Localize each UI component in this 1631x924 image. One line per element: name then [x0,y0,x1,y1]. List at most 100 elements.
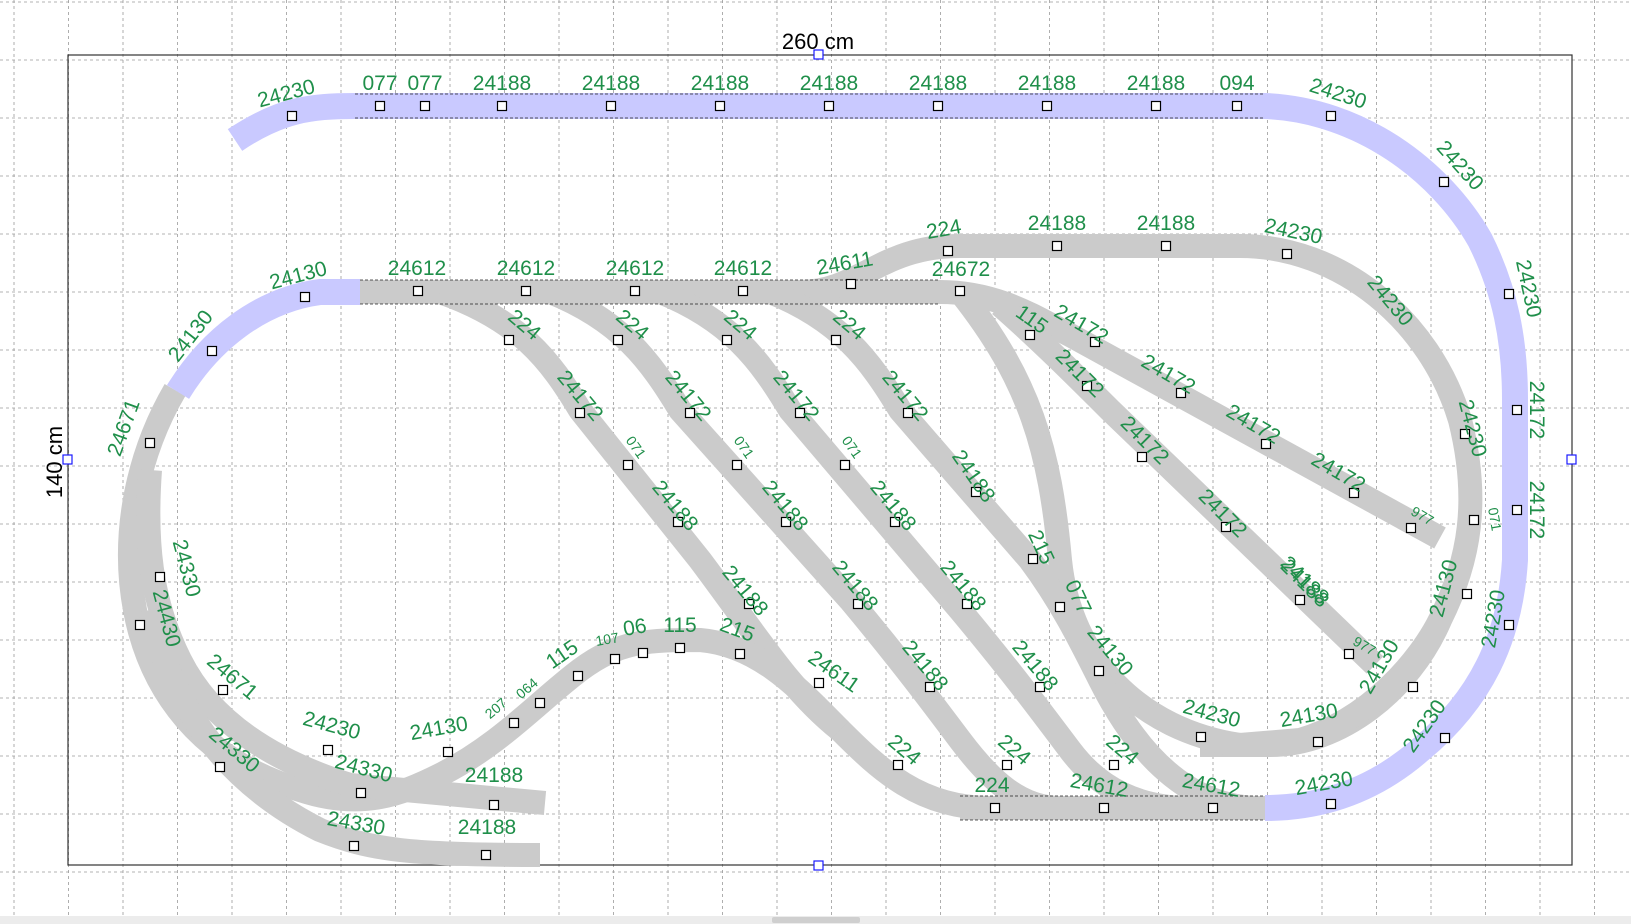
track-piece-marker [637,647,649,659]
track-piece-marker [1405,522,1417,534]
track-piece-marker [508,717,520,729]
track-piece-marker [612,334,624,346]
track-piece-marker [442,746,454,758]
track-piece-marker [1503,619,1515,631]
track-label-lower-curve: 06 [621,614,648,641]
track-label-upper-line: 24612 [388,257,446,280]
track-piece-marker [496,100,508,112]
track-label-upper-line: 24188 [1028,212,1086,235]
track-label-right-return: 071 [1485,506,1505,532]
track-piece-marker [488,799,500,811]
track-label-bottom-left: 24188 [458,816,516,839]
track-piece-marker [520,285,532,297]
track-piece-marker [932,100,944,112]
track-piece-marker [823,100,835,112]
track-piece-marker [714,100,726,112]
track-piece-marker [1098,802,1110,814]
track-label-left-side: 24330 [168,537,205,599]
track-label-bottom-left: 24130 [408,712,470,745]
track-piece-marker [1312,736,1324,748]
track-piece-marker [572,670,584,682]
track-piece-marker [1511,504,1523,516]
track-piece-marker [1468,514,1480,526]
track-piece-marker [1325,110,1337,122]
track-piece-marker [1407,681,1419,693]
track-piece-marker [134,619,146,631]
track-layout-canvas[interactable]: 24230 077 077 24188 24188 24188 24188 24188 2418… [0,0,1631,924]
track-piece-marker [954,285,966,297]
track-label-bottom-left: 24230 [300,707,362,744]
left-arc-track[interactable] [166,279,360,399]
resize-handle-left[interactable] [62,454,73,465]
track-piece-marker [942,245,954,257]
track-piece-marker [1231,100,1243,112]
track-piece-marker [1051,240,1063,252]
track-label-upper-line: 24188 [1137,212,1195,235]
track-label-top-row: 077 [407,72,442,95]
track-label-top-row: 24188 [1018,72,1076,95]
track-piece-marker [1041,100,1053,112]
track-piece-marker [1503,288,1515,300]
track-piece-marker [286,110,298,122]
track-piece-marker [480,849,492,861]
track-piece-marker [419,100,431,112]
track-piece-marker [322,744,334,756]
track-label-bottom-row: 224 [974,774,1009,797]
track-piece-marker [629,285,641,297]
track-piece-marker [674,642,686,654]
track-label-top-row: 24188 [582,72,640,95]
track-piece-marker [374,100,386,112]
track-piece-marker [412,285,424,297]
track-piece-marker [1150,100,1162,112]
resize-handle-bottom[interactable] [813,860,824,871]
track-piece-marker [214,761,226,773]
track-piece-marker [731,459,743,471]
track-label-top-row: 24188 [691,72,749,95]
track-piece-marker [144,437,156,449]
track-label-lower-curve: 115 [663,614,696,637]
track-label-upper-line: 24672 [932,258,990,281]
resize-handle-right[interactable] [1566,454,1577,465]
track-label-top-row: 094 [1219,72,1254,95]
track-piece-marker [1054,601,1066,613]
track-label-top-row: 24188 [800,72,858,95]
track-piece-marker [1438,176,1450,188]
track-piece-marker [721,334,733,346]
track-piece-marker [1281,248,1293,260]
track-piece-marker [1001,759,1013,771]
resize-handle-top[interactable] [813,49,824,60]
track-piece-marker [622,459,634,471]
horizontal-scrollbar[interactable] [0,916,1631,924]
track-piece-marker [154,571,166,583]
track-piece-marker [737,285,749,297]
diagonal-track-2[interactable] [545,280,1061,820]
track-piece-marker [348,840,360,852]
grey-track-layer[interactable] [118,234,1483,867]
track-label-top-row: 24188 [473,72,531,95]
track-piece-marker [839,459,851,471]
track-piece-marker [989,802,1001,814]
track-label-bottom-left: 24188 [465,764,523,787]
track-piece-marker [1207,802,1219,814]
track-label-right-outer: 24172 [1525,381,1548,439]
track-label-top-row: 24188 [909,72,967,95]
horizontal-scrollbar-thumb[interactable] [772,917,860,923]
track-piece-marker [206,345,218,357]
track-piece-marker [503,334,515,346]
track-piece-marker [1461,588,1473,600]
track-piece-marker [813,677,825,689]
track-piece-marker [734,648,746,660]
track-piece-marker [1093,665,1105,677]
track-piece-marker [299,291,311,303]
track-piece-marker [1511,404,1523,416]
track-piece-marker [1439,732,1451,744]
track-label-top-row: 077 [362,72,397,95]
track-label-right-outer: 24172 [1525,481,1548,539]
track-piece-marker [1343,648,1355,660]
track-piece-marker [355,787,367,799]
track-piece-marker [609,653,621,665]
track-piece-marker [1108,759,1120,771]
track-piece-marker [845,278,857,290]
track-label-top-row: 24188 [1127,72,1185,95]
track-piece-marker [830,334,842,346]
